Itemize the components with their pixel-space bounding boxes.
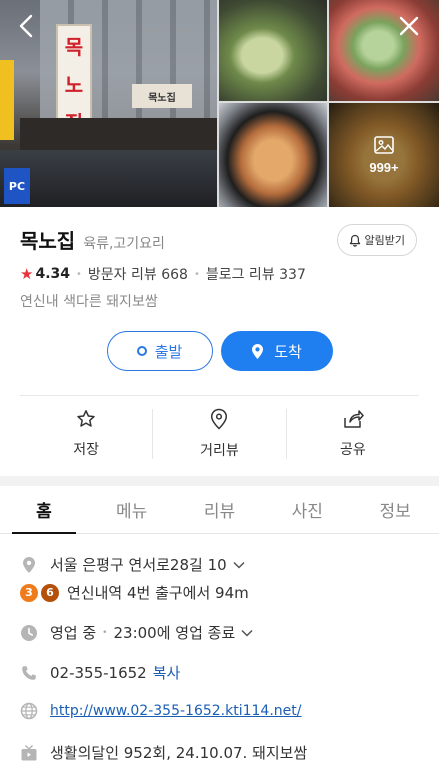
phone-icon	[20, 664, 38, 682]
hours-row[interactable]: 영업 중 • 23:00에 영업 종료	[20, 622, 253, 643]
share-label: 공유	[339, 441, 366, 458]
tab-home[interactable]: 홈	[0, 486, 88, 534]
save-action[interactable]: 저장	[20, 397, 152, 470]
subway-line-badge: 3	[20, 583, 38, 602]
photo-count: 999+	[369, 159, 399, 175]
tab-info[interactable]: 정보	[351, 486, 439, 533]
tab-menu[interactable]: 메뉴	[88, 486, 176, 533]
start-ring-icon	[136, 346, 147, 356]
separator-dot: •	[76, 268, 82, 280]
bell-icon	[349, 234, 360, 247]
subway-row: 3 6 연신내역 4번 출구에서 94m	[20, 582, 249, 603]
phone-number[interactable]: 02-355-1652	[50, 664, 147, 682]
website-link[interactable]: http://www.02-355-1652.kti114.net/	[50, 703, 301, 719]
rating-row: ★ 4.34 • 방문자 리뷰 668 • 블로그 리뷰 337	[20, 264, 306, 284]
subway-text: 연신내역 4번 출구에서 94m	[67, 584, 249, 602]
globe-icon	[20, 702, 38, 720]
streetview-label: 거리뷰	[200, 442, 239, 459]
close-button[interactable]	[391, 8, 427, 44]
sign-char: 노	[64, 72, 84, 97]
chevron-left-icon	[19, 14, 33, 38]
close-icon	[399, 16, 419, 36]
share-icon	[344, 409, 364, 428]
rating-score: 4.34	[35, 266, 70, 282]
small-store-sign: 목노집	[132, 84, 192, 108]
star-icon: ★	[20, 265, 34, 283]
chevron-down-icon	[241, 629, 253, 637]
action-bar: 저장 거리뷰 공유	[20, 397, 419, 470]
streetview-action[interactable]: 거리뷰	[153, 397, 285, 470]
side-sign	[0, 60, 14, 140]
arrive-label: 도착	[274, 342, 302, 361]
hours-status: 영업 중	[50, 624, 97, 642]
start-label: 출발	[154, 342, 183, 361]
food-photo-1[interactable]	[219, 0, 327, 101]
start-button[interactable]: 출발	[106, 331, 213, 371]
food-photo-more[interactable]: 999+	[329, 103, 439, 207]
location-pin-icon	[20, 556, 38, 574]
tv-info-row: 생활의달인 952회, 24.10.07. 돼지보쌈	[20, 742, 307, 763]
pc-sign: PC	[4, 168, 30, 204]
photo-gallery[interactable]: 목 노 집 목노집 PC 999+	[0, 0, 439, 207]
title-row: 목노집 육류,고기요리	[20, 225, 165, 254]
section-gap	[0, 476, 439, 486]
address-row[interactable]: 서울 은평구 연서로28길 10	[20, 554, 245, 575]
awning	[20, 118, 217, 152]
visitor-reviews-link[interactable]: 방문자 리뷰 668	[88, 264, 188, 284]
image-icon	[374, 135, 394, 154]
clock-icon	[20, 624, 38, 642]
arrive-button[interactable]: 도착	[220, 331, 333, 371]
back-button[interactable]	[8, 8, 44, 44]
street	[0, 150, 217, 207]
hours-end: 23:00에 영업 종료	[113, 624, 236, 642]
more-photos-overlay[interactable]: 999+	[329, 103, 439, 207]
subway-line-badge: 6	[41, 583, 59, 602]
copy-phone-button[interactable]: 복사	[153, 662, 181, 683]
place-name: 목노집	[20, 229, 76, 253]
phone-row: 02-355-1652 복사	[20, 662, 180, 683]
tab-photos[interactable]: 사진	[263, 486, 351, 533]
separator-dot: •	[102, 627, 108, 638]
separator-dot: •	[193, 268, 200, 280]
website-row: http://www.02-355-1652.kti114.net/	[20, 702, 301, 720]
location-pin-icon	[211, 408, 228, 430]
place-description: 연신내 색다른 돼지보쌈	[20, 294, 158, 310]
tv-info-text: 생활의달인 952회, 24.10.07. 돼지보쌈	[50, 744, 308, 762]
tab-bar: 홈 메뉴 리뷰 사진 정보	[0, 486, 439, 534]
share-action[interactable]: 공유	[287, 397, 419, 470]
alert-label: 알림받기	[364, 234, 405, 247]
star-outline-icon	[77, 409, 95, 427]
alert-button[interactable]: 알림받기	[336, 224, 417, 256]
chevron-down-icon	[233, 561, 245, 569]
tv-icon	[20, 744, 38, 762]
location-pin-icon	[252, 343, 264, 359]
sign-char: 목	[64, 34, 84, 59]
route-buttons: 출발 도착	[0, 331, 439, 371]
divider	[20, 395, 419, 396]
address-text: 서울 은평구 연서로28길 10	[50, 556, 227, 574]
tab-reviews[interactable]: 리뷰	[176, 486, 264, 533]
save-label: 저장	[73, 441, 100, 458]
blog-reviews-link[interactable]: 블로그 리뷰 337	[206, 264, 306, 284]
place-category: 육류,고기요리	[83, 236, 165, 252]
food-photo-3[interactable]	[219, 103, 327, 207]
